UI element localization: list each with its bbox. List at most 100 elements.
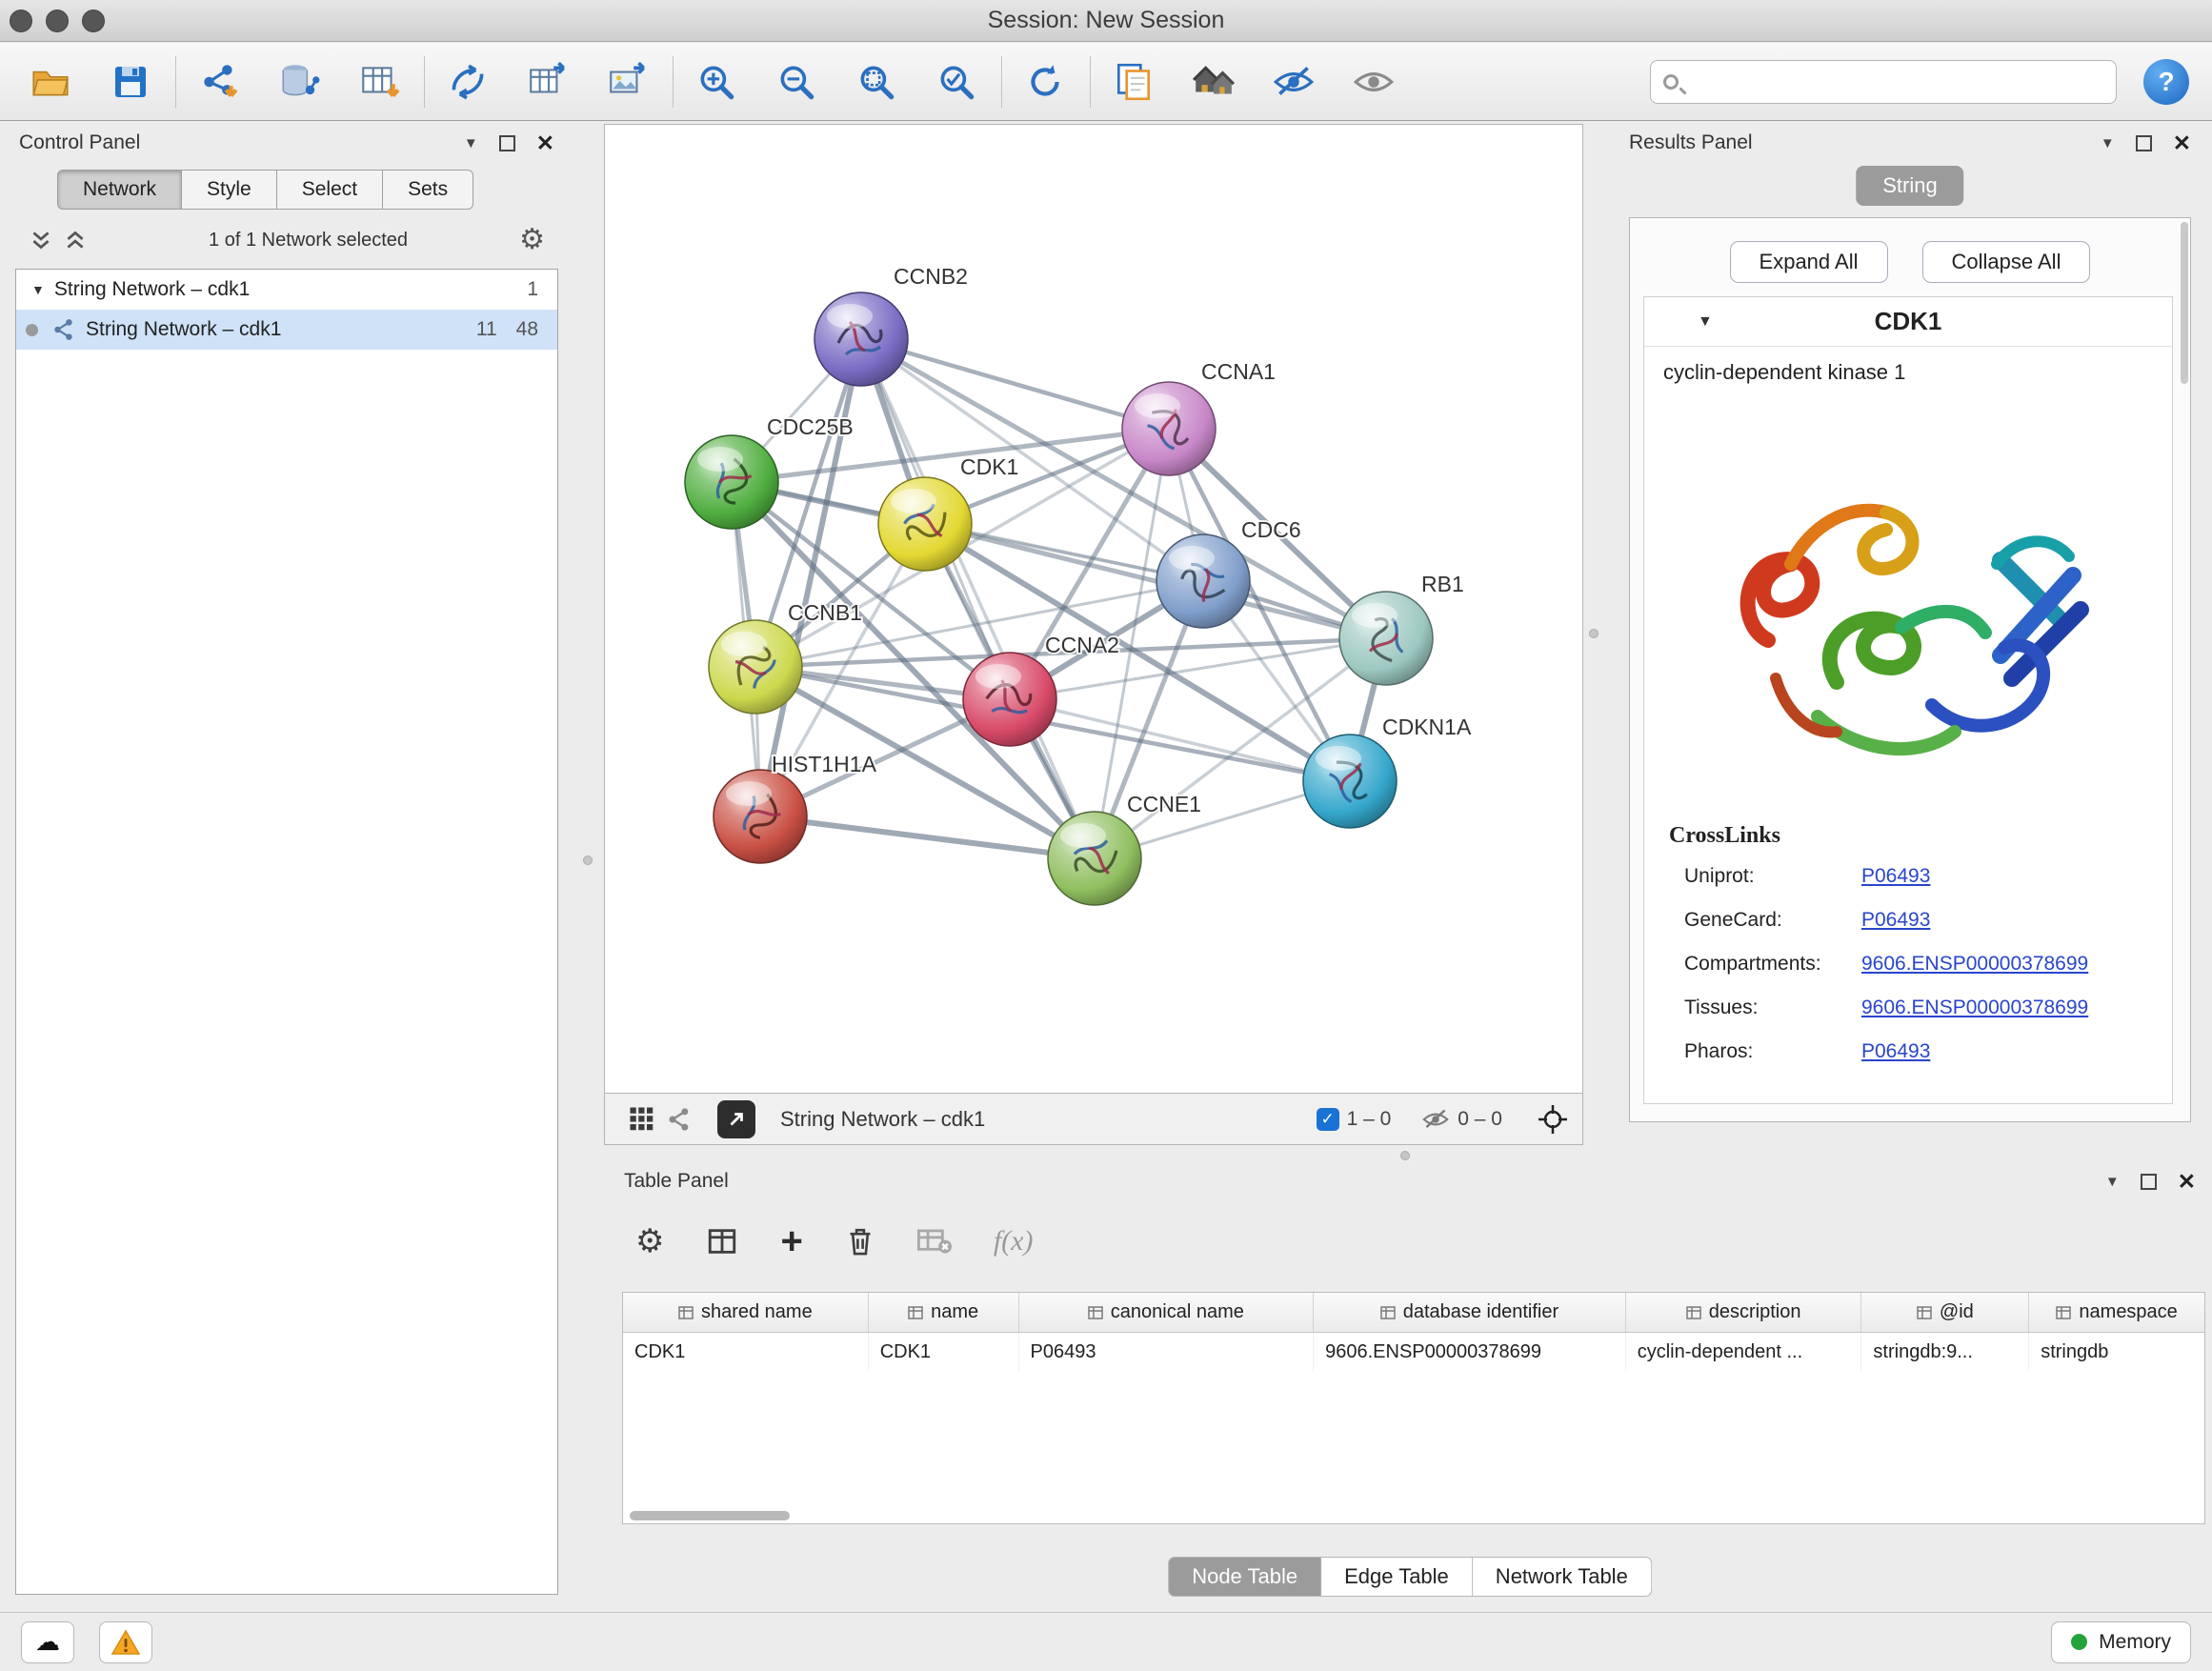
column-header[interactable]: namespace — [2029, 1293, 2204, 1332]
clone-network-button[interactable] — [1106, 51, 1161, 112]
network-row-selected[interactable]: String Network – cdk1 11 48 — [16, 310, 557, 350]
node-CDK1[interactable]: CDK1 — [878, 454, 1018, 571]
collapse-gene-icon[interactable]: ▼ — [1698, 313, 1713, 331]
table-row[interactable]: CDK1 CDK1 P06493 9606.ENSP00000378699 cy… — [623, 1333, 2204, 1371]
zoom-out-button[interactable] — [769, 51, 824, 112]
add-column-icon[interactable]: + — [780, 1222, 802, 1260]
table-horizontal-scrollbar[interactable] — [622, 1509, 2205, 1522]
expand-all-button[interactable]: Expand All — [1730, 241, 1888, 283]
crosslink-link[interactable]: P06493 — [1861, 865, 1930, 897]
cell-namespace[interactable]: stringdb — [2029, 1333, 2204, 1371]
tab-style[interactable]: Style — [182, 170, 277, 210]
crosslink-link[interactable]: P06493 — [1861, 909, 1930, 941]
column-header[interactable]: canonical name — [1019, 1293, 1315, 1332]
panel-float-icon[interactable] — [499, 135, 515, 151]
cloud-button[interactable]: ☁ — [21, 1621, 74, 1663]
show-details-button[interactable] — [1346, 51, 1401, 112]
new-network-button[interactable] — [440, 51, 495, 112]
cell-id[interactable]: stringdb:9... — [1861, 1333, 2029, 1371]
clear-table-icon[interactable] — [917, 1227, 952, 1256]
node-RB1[interactable]: RB1 — [1339, 572, 1464, 685]
open-session-button[interactable] — [23, 51, 78, 112]
hidden-eye-slash-icon[interactable] — [1421, 1105, 1450, 1134]
panel-menu-icon[interactable]: ▼ — [2105, 1174, 2120, 1190]
network-canvas[interactable]: CCNB2CCNA1CDC25BCDK1CDC6RB1CCNB1CCNA2CDK… — [604, 124, 1583, 1094]
panel-float-icon[interactable] — [2136, 135, 2152, 151]
node-HIST1H1A[interactable]: HIST1H1A — [714, 752, 877, 863]
grid-view-icon[interactable] — [628, 1105, 656, 1134]
node-CCNB1[interactable]: CCNB1 — [709, 600, 862, 714]
warnings-button[interactable] — [99, 1621, 152, 1663]
tab-string[interactable]: String — [1856, 166, 1963, 206]
tab-sets[interactable]: Sets — [383, 170, 473, 210]
node-CCNA1[interactable]: CCNA1 — [1122, 359, 1276, 475]
tab-network-table[interactable]: Network Table — [1473, 1557, 1652, 1597]
edge-HIST1H1A-CCNE1[interactable] — [760, 816, 1095, 858]
refresh-button[interactable] — [1017, 51, 1073, 112]
panel-close-icon[interactable]: ✕ — [2173, 131, 2191, 156]
panel-menu-icon[interactable]: ▼ — [2101, 135, 2115, 151]
zoom-selected-button[interactable] — [929, 51, 984, 112]
results-scrollbar[interactable] — [2181, 222, 2188, 384]
zoom-fit-button[interactable] — [849, 51, 904, 112]
horizontal-splitter-grip[interactable] — [1400, 1151, 1410, 1160]
help-button[interactable]: ? — [2143, 59, 2189, 105]
search-input[interactable] — [1650, 60, 2117, 104]
collapse-all-icon[interactable] — [29, 228, 53, 252]
home-button[interactable] — [1186, 51, 1241, 112]
edge-CCNB2-CCNA1[interactable] — [861, 339, 1169, 429]
window-minimize-button[interactable] — [46, 10, 69, 32]
edge-CCNB2-CCNE1[interactable] — [861, 339, 1095, 858]
column-header[interactable]: database identifier — [1314, 1293, 1626, 1332]
panel-close-icon[interactable]: ✕ — [536, 131, 554, 156]
import-network-from-file-button[interactable] — [191, 51, 247, 112]
memory-button[interactable]: Memory — [2051, 1621, 2191, 1663]
crosslink-link[interactable]: P06493 — [1861, 1040, 1930, 1073]
network-collection-row[interactable]: ▼ String Network – cdk1 1 — [16, 270, 557, 310]
tab-node-table[interactable]: Node Table — [1168, 1557, 1321, 1597]
window-close-button[interactable] — [10, 10, 32, 32]
collapse-all-button[interactable]: Collapse All — [1922, 241, 2091, 283]
column-header[interactable]: @id — [1861, 1293, 2029, 1332]
expand-all-icon[interactable] — [63, 228, 88, 252]
show-columns-icon[interactable] — [706, 1225, 738, 1258]
panel-menu-icon[interactable]: ▼ — [464, 135, 478, 151]
import-network-from-database-button[interactable] — [271, 51, 327, 112]
function-builder-icon[interactable]: f(x) — [994, 1225, 1034, 1258]
tab-edge-table[interactable]: Edge Table — [1321, 1557, 1473, 1597]
delete-column-icon[interactable] — [845, 1225, 875, 1258]
node-CDKN1A[interactable]: CDKN1A — [1303, 715, 1472, 828]
expander-icon[interactable]: ▼ — [31, 282, 45, 297]
table-settings-icon[interactable]: ⚙ — [635, 1225, 664, 1258]
hide-details-button[interactable] — [1266, 51, 1321, 112]
column-header[interactable]: description — [1626, 1293, 1862, 1332]
tab-select[interactable]: Select — [277, 170, 383, 210]
tab-network[interactable]: Network — [57, 170, 182, 210]
window-maximize-button[interactable] — [82, 10, 105, 32]
cell-shared-name[interactable]: CDK1 — [623, 1333, 869, 1371]
cell-name[interactable]: CDK1 — [869, 1333, 1019, 1371]
network-graph[interactable]: CCNB2CCNA1CDC25BCDK1CDC6RB1CCNB1CCNA2CDK… — [605, 125, 1582, 1093]
right-splitter-grip[interactable] — [1589, 629, 1599, 638]
panel-close-icon[interactable]: ✕ — [2178, 1169, 2196, 1195]
gene-header-row[interactable]: ▼ CDK1 — [1644, 297, 2172, 347]
cell-description[interactable]: cyclin-dependent ... — [1626, 1333, 1862, 1371]
selected-checkbox[interactable]: ✓ — [1317, 1108, 1339, 1131]
left-splitter-grip[interactable] — [583, 856, 593, 865]
node-CCNB2[interactable]: CCNB2 — [814, 264, 968, 386]
save-session-button[interactable] — [103, 51, 158, 112]
zoom-in-button[interactable] — [689, 51, 744, 112]
detach-view-button[interactable] — [717, 1100, 755, 1138]
crosslink-link[interactable]: 9606.ENSP00000378699 — [1861, 997, 2088, 1029]
cell-database-identifier[interactable]: 9606.ENSP00000378699 — [1314, 1333, 1626, 1371]
panel-float-icon[interactable] — [2141, 1174, 2157, 1190]
cell-canonical-name[interactable]: P06493 — [1019, 1333, 1315, 1371]
edge-CCNB2-HIST1H1A[interactable] — [760, 339, 861, 816]
column-header[interactable]: shared name — [623, 1293, 869, 1332]
import-table-button[interactable] — [352, 51, 407, 112]
export-image-button[interactable] — [600, 51, 655, 112]
scrollbar-thumb[interactable] — [630, 1511, 790, 1520]
export-table-button[interactable] — [520, 51, 575, 112]
share-view-icon[interactable] — [666, 1106, 693, 1133]
birds-eye-crosshair-icon[interactable] — [1537, 1103, 1569, 1136]
